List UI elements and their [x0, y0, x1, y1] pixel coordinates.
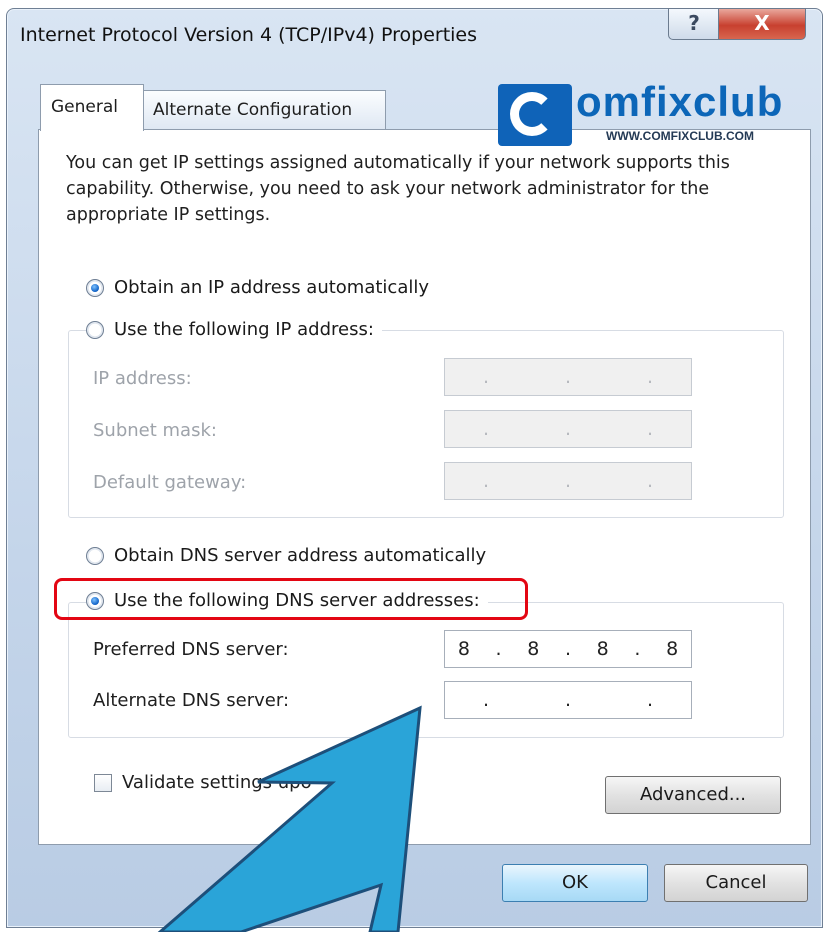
watermark-url: WWW.COMFIXCLUB.COM [606, 129, 754, 143]
obtain-ip-auto-radio[interactable] [86, 278, 104, 297]
use-ip-radio[interactable] [86, 320, 104, 339]
ok-button[interactable]: OK [502, 864, 648, 902]
alternate-dns-input[interactable]: ... [444, 681, 692, 719]
help-button[interactable]: ? [668, 8, 720, 40]
obtain-ip-auto-label: Obtain an IP address automatically [114, 277, 430, 298]
close-button[interactable]: X [718, 8, 806, 40]
validate-settings-checkbox[interactable] [94, 773, 112, 792]
alternate-dns-label: Alternate DNS server: [93, 690, 290, 711]
validate-settings-option[interactable]: Validate settings upo [94, 772, 312, 793]
subnet-mask-input[interactable]: ... [444, 410, 692, 448]
obtain-dns-auto-label: Obtain DNS server address automatically [114, 545, 487, 566]
tab-general[interactable]: General [40, 84, 144, 131]
cancel-button[interactable]: Cancel [664, 864, 808, 902]
obtain-dns-auto-radio[interactable] [86, 546, 104, 565]
use-ip-label: Use the following IP address: [114, 319, 374, 340]
comfixclub-logo-icon [498, 84, 572, 146]
preferred-dns-input[interactable]: 8. 8. 8. 8 [444, 630, 692, 668]
ip-address-label: IP address: [93, 368, 192, 389]
use-ip-option[interactable]: Use the following IP address: [86, 319, 382, 340]
validate-settings-label: Validate settings upo [122, 772, 312, 793]
subnet-mask-label: Subnet mask: [93, 420, 217, 441]
obtain-ip-auto-option[interactable]: Obtain an IP address automatically [86, 277, 429, 298]
preferred-dns-label: Preferred DNS server: [93, 639, 289, 660]
obtain-dns-auto-option[interactable]: Obtain DNS server address automatically [86, 545, 486, 566]
advanced-button[interactable]: Advanced... [605, 776, 781, 814]
intro-text: You can get IP settings assigned automat… [66, 153, 730, 225]
default-gateway-label: Default gateway: [93, 472, 247, 493]
ip-address-input[interactable]: ... [444, 358, 692, 396]
tab-alternate-configuration[interactable]: Alternate Configuration [142, 90, 386, 129]
dialog-title: Internet Protocol Version 4 (TCP/IPv4) P… [20, 24, 478, 46]
default-gateway-input[interactable]: ... [444, 462, 692, 500]
red-highlight-box [54, 578, 528, 620]
comfixclub-watermark: omfixclub WWW.COMFIXCLUB.COM [498, 78, 808, 148]
watermark-brand: omfixclub [576, 78, 784, 125]
